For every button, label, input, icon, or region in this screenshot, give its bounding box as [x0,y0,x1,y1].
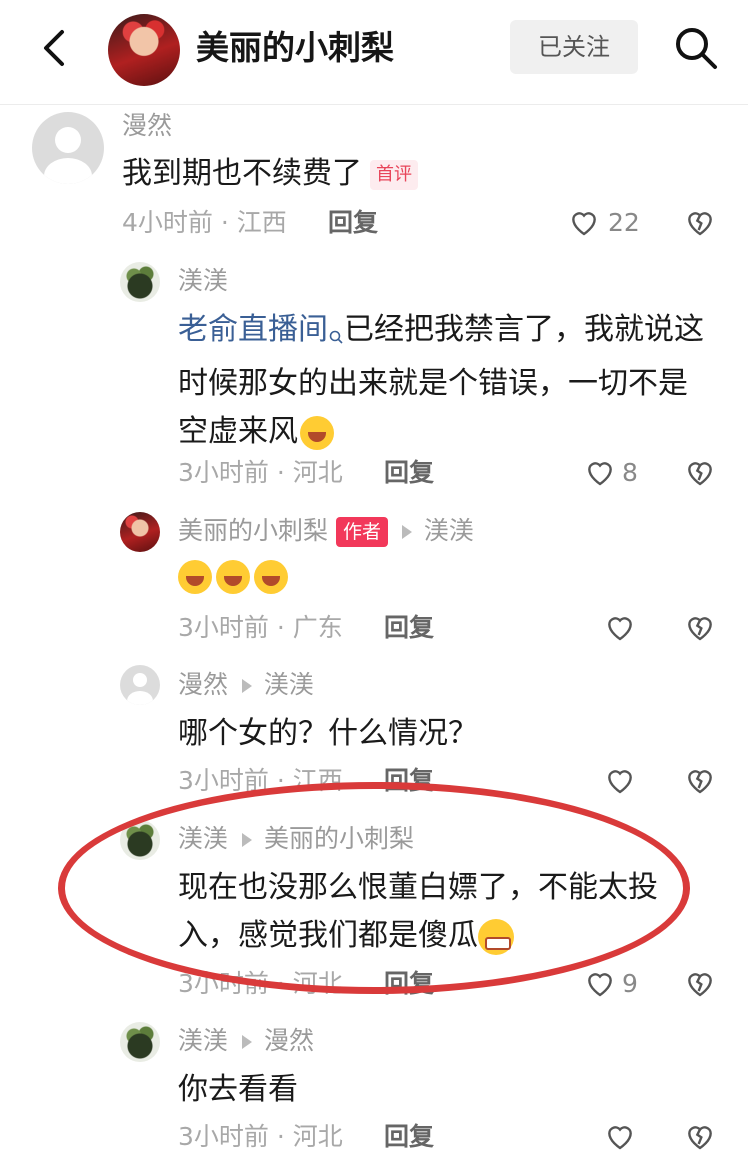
heart-icon[interactable] [584,456,616,488]
like-count: 8 [622,458,638,487]
reply-text: 老俞直播间 已经把我禁言了，我就说这 时候那女的出来就是个错误，一切不是 空虚来… [178,306,726,456]
heart-icon[interactable] [604,1120,636,1152]
mention-search-icon [328,312,344,360]
heart-icon[interactable] [584,967,616,999]
search-icon[interactable] [674,26,718,70]
broken-heart-icon[interactable] [684,967,716,999]
broken-heart-icon[interactable] [684,456,716,488]
reply-time: 3小时前 [178,458,269,487]
broken-heart-icon[interactable] [684,206,716,238]
reply-header: 漫然 渼渼 [178,667,314,703]
like-count: 9 [622,969,638,998]
reply-time: 3小时前 [178,613,269,642]
avatar[interactable] [120,1022,160,1062]
reply-meta: 3小时前 · 广东 [178,613,343,642]
avatar[interactable] [32,112,104,184]
laughing-crying-emoji [178,560,212,594]
like-count: 22 [608,208,640,237]
reply-time: 3小时前 [178,1122,269,1151]
laughing-crying-emoji [254,560,288,594]
mention-link[interactable]: 老俞直播间 [178,312,328,347]
broken-heart-icon[interactable] [684,611,716,643]
author-avatar[interactable] [108,14,180,86]
avatar[interactable] [120,512,160,552]
reply-to-username[interactable]: 渼渼 [424,516,474,545]
laughing-crying-emoji [216,560,250,594]
reply-text-line: 空虚来风 [178,414,298,449]
reply-username[interactable]: 美丽的小刺梨 [178,516,328,545]
reply-username[interactable]: 渼渼 [178,263,228,299]
top-bar: 美丽的小刺梨 已关注 [0,0,748,105]
page-title[interactable]: 美丽的小刺梨 [196,22,394,74]
heart-icon[interactable] [604,611,636,643]
reply-button[interactable]: 回复 [384,455,434,491]
heart-icon[interactable] [568,206,600,238]
reply-meta: 3小时前 · 河北 [178,458,343,487]
avatar[interactable] [120,262,160,302]
reply-username[interactable]: 渼渼 [178,1026,228,1055]
reply-to-username[interactable]: 漫然 [264,1026,314,1055]
reply-button[interactable]: 回复 [384,610,434,646]
highlight-ellipse [58,782,690,994]
comment-text: 我到期也不续费了 首评 [122,150,418,198]
comment-body: 我到期也不续费了 [122,156,362,191]
broken-heart-icon[interactable] [684,764,716,796]
triangle-right-icon [402,525,413,539]
reply-text-line: 时候那女的出来就是个错误，一切不是 [178,366,688,401]
reply-text: 你去看看 [178,1072,298,1107]
triangle-right-icon [242,679,253,693]
heart-icon[interactable] [604,764,636,796]
reply-location: 河北 [292,458,343,487]
first-comment-badge: 首评 [370,159,418,190]
author-badge: 作者 [336,517,389,547]
follow-button[interactable]: 已关注 [510,20,638,74]
reply-text: 哪个女的？什么情况？ [178,716,478,751]
reply-button[interactable]: 回复 [384,1119,434,1155]
reply-username[interactable]: 漫然 [178,670,228,699]
reply-meta: 3小时前 · 河北 [178,1122,343,1151]
reply-text-line: 已经把我禁言了，我就说这 [344,312,704,347]
reply-header: 渼渼 漫然 [178,1023,314,1059]
back-icon[interactable] [36,26,72,70]
emoji-row [178,560,292,594]
reply-to-username[interactable]: 渼渼 [264,670,314,699]
reply-button[interactable]: 回复 [328,205,378,241]
laughing-crying-emoji [300,415,334,450]
comment-meta: 4小时前 · 江西 [122,208,287,237]
reply-location: 广东 [292,613,343,642]
comment-location: 江西 [236,208,287,237]
triangle-right-icon [242,1035,253,1049]
reply-header: 美丽的小刺梨 作者 渼渼 [178,513,474,549]
comment-username[interactable]: 漫然 [122,108,172,144]
avatar[interactable] [120,665,160,705]
comment-time: 4小时前 [122,208,213,237]
reply-location: 河北 [292,1122,343,1151]
broken-heart-icon[interactable] [684,1120,716,1152]
